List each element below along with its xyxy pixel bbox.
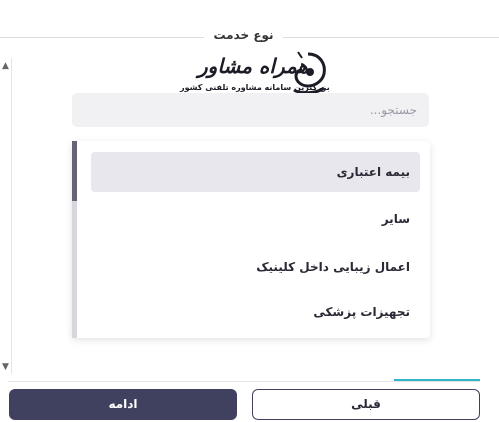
previous-button[interactable]: قبلی	[252, 389, 480, 420]
page-scrollbar[interactable]: ▲ ▼	[0, 58, 12, 374]
logo-mark-icon	[293, 51, 326, 95]
service-type-dropdown: بیمه اعتباری سایر اعمال زیبایی داخل کلین…	[72, 141, 430, 338]
search-field[interactable]	[72, 93, 429, 127]
dropdown-option[interactable]: سایر	[91, 199, 420, 239]
continue-button[interactable]: ادامه	[9, 389, 237, 420]
legend-line-right	[283, 37, 499, 38]
dropdown-option[interactable]: اعمال زیبایی داخل کلینیک	[91, 247, 420, 287]
dropdown-option[interactable]: بیمه اعتباری	[91, 152, 420, 192]
legend-line-left	[0, 37, 204, 38]
section-legend: نوع خدمت	[213, 28, 274, 42]
dropdown-scrollbar-track[interactable]	[72, 141, 77, 338]
dropdown-scrollbar-thumb[interactable]	[72, 141, 77, 201]
search-input[interactable]	[72, 93, 429, 127]
footer-divider	[8, 381, 480, 382]
chevron-down-icon[interactable]: ▼	[2, 363, 9, 372]
chevron-up-icon[interactable]: ▲	[2, 62, 9, 71]
dropdown-option[interactable]: تجهیزات پزشکی	[91, 292, 420, 332]
